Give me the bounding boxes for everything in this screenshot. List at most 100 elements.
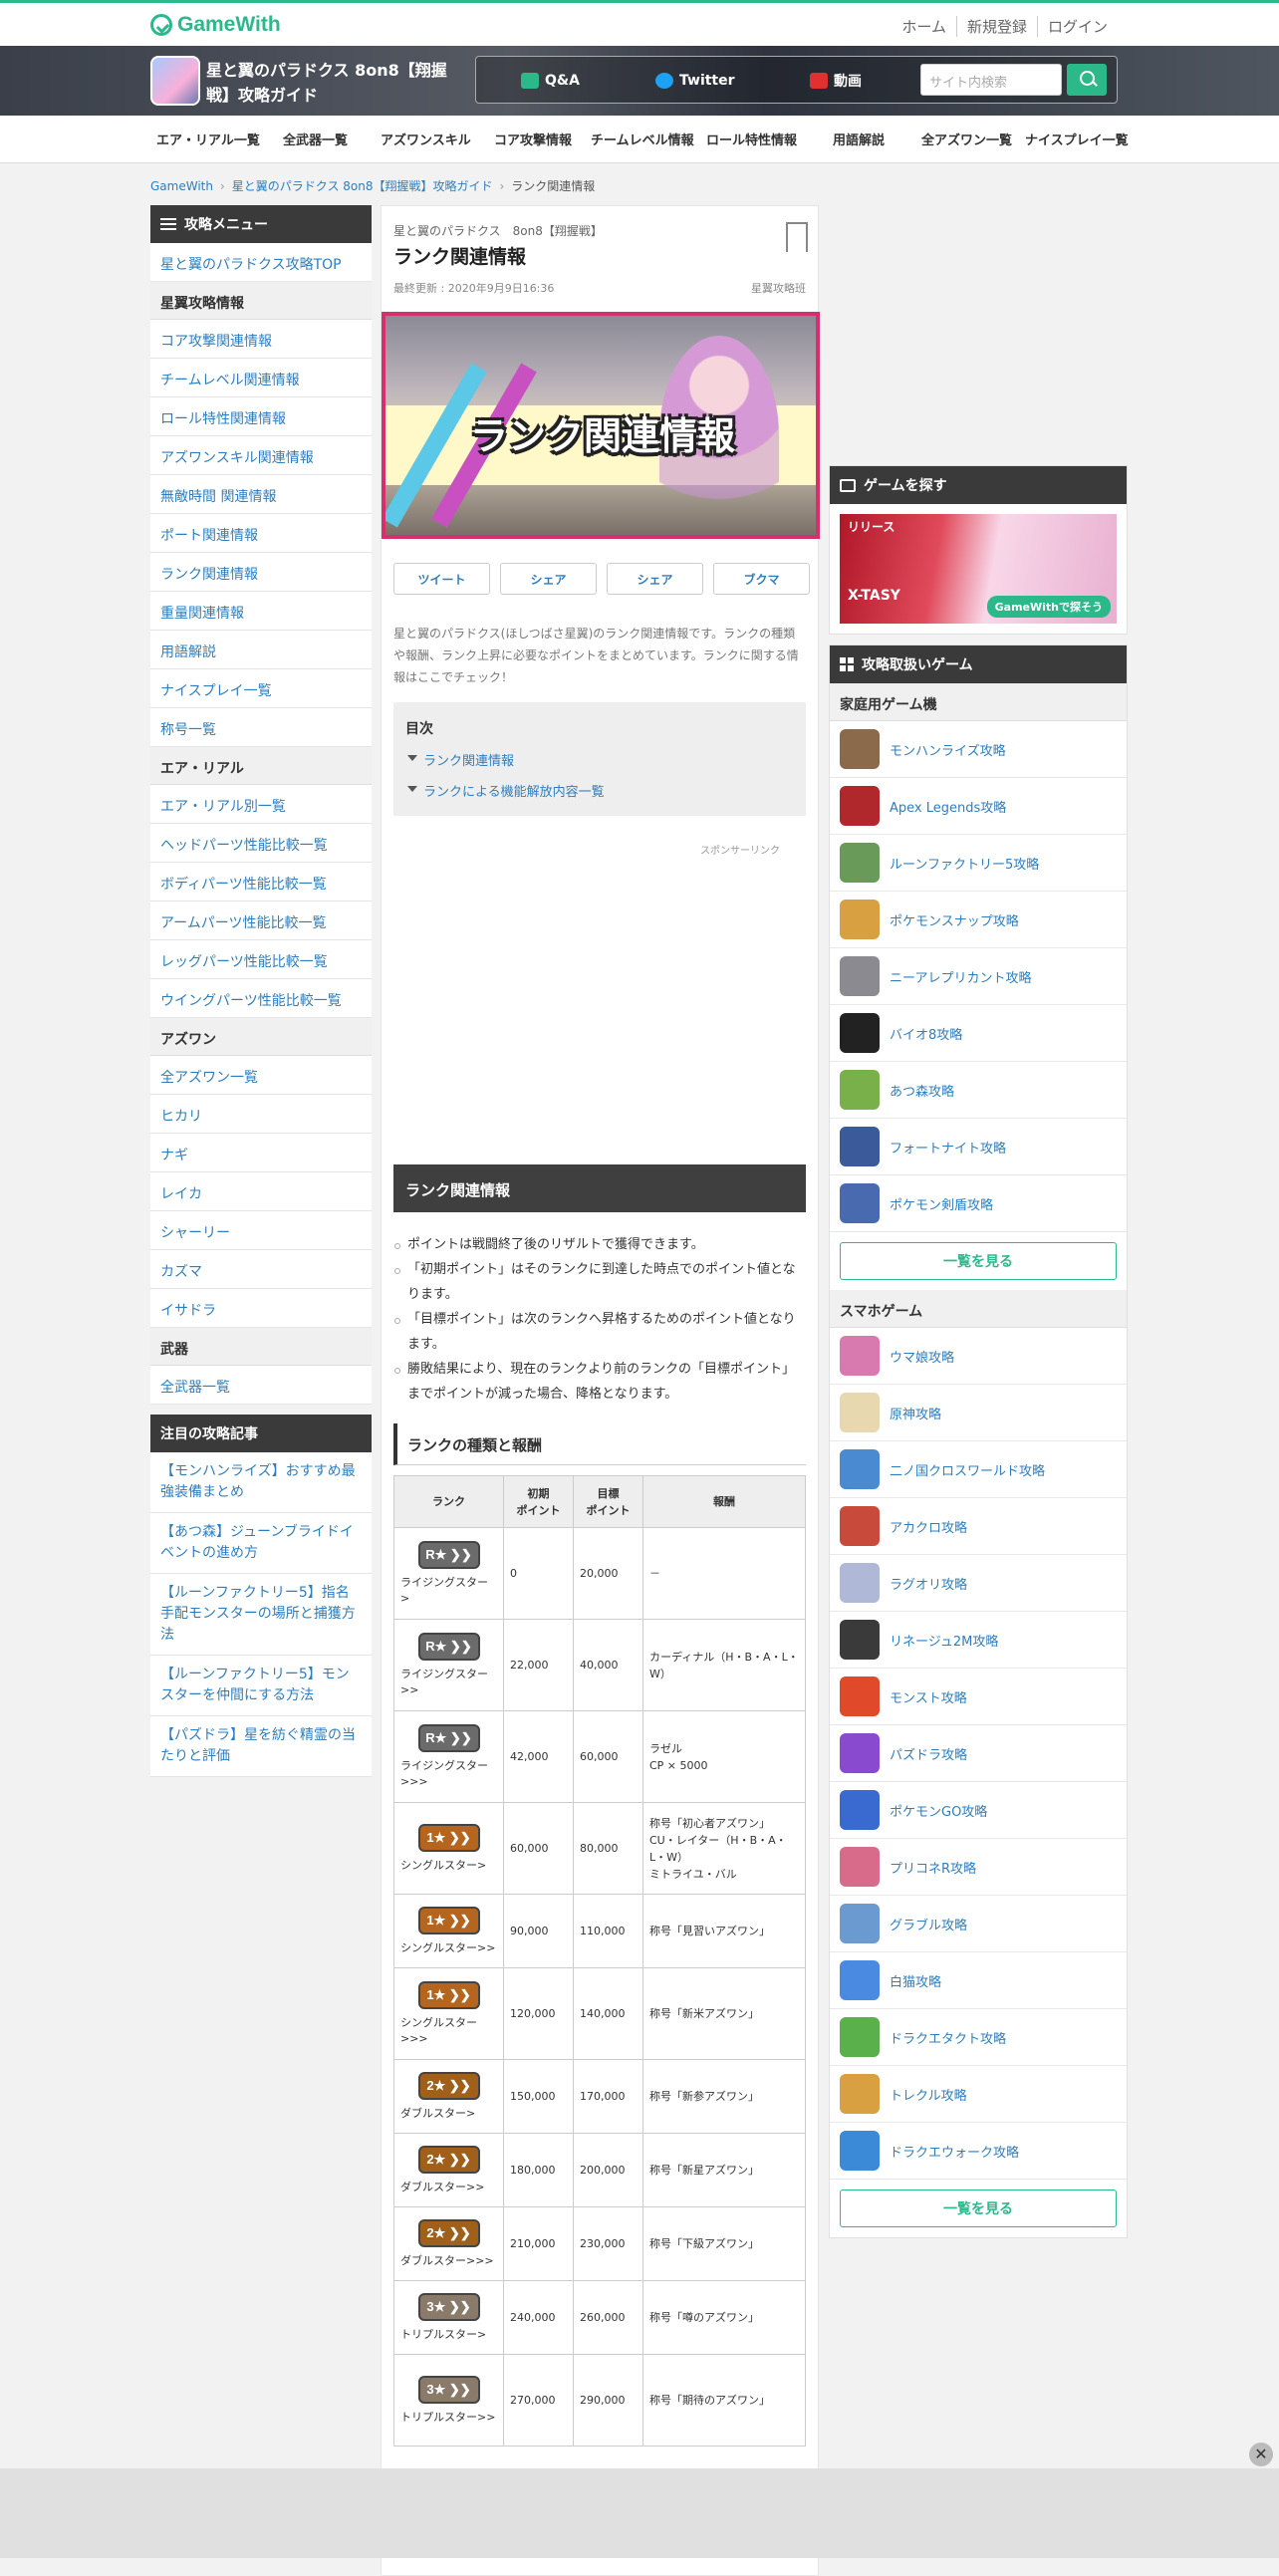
sidebar-item[interactable]: 全アズワン一覧 (150, 1056, 372, 1095)
home-link[interactable]: ホーム (892, 16, 956, 37)
phone-more-button[interactable]: 一覧を見る (840, 2190, 1117, 2227)
game-thumbnail (840, 2017, 880, 2057)
sidebar-item[interactable]: ヒカリ (150, 1095, 372, 1134)
gamewith-logo[interactable]: GameWith (150, 13, 281, 37)
game-link[interactable]: 原神攻略 (830, 1385, 1127, 1441)
game-link[interactable]: アカクロ攻略 (830, 1498, 1127, 1555)
game-link[interactable]: ウマ娘攻略 (830, 1328, 1127, 1385)
sidebar-item[interactable]: 全武器一覧 (150, 1366, 372, 1405)
nav-item[interactable]: エア・リアル一覧 (156, 129, 260, 148)
sidebar-item[interactable]: ボディパーツ性能比較一覧 (150, 863, 372, 902)
game-link[interactable]: ニーアレプリカント攻略 (830, 948, 1127, 1005)
nav-item[interactable]: アズワンスキル (381, 129, 471, 148)
nav-item[interactable]: 全アズワン一覧 (921, 129, 1012, 148)
qa-button[interactable]: Q&A (521, 69, 580, 93)
nav-item[interactable]: ロール特性情報 (706, 129, 797, 148)
nav-item[interactable]: ナイスプレイ一覧 (1025, 129, 1129, 148)
game-link[interactable]: ポケモン剣盾攻略 (830, 1175, 1127, 1232)
game-link[interactable]: 二ノ国クロスワールド攻略 (830, 1441, 1127, 1498)
featured-item[interactable]: 【ルーンファクトリー5】指名手配モンスターの場所と捕獲方法 (150, 1574, 372, 1656)
toc-item[interactable]: ランク関連情報 (405, 750, 794, 769)
sidebar-item[interactable]: ナイスプレイ一覧 (150, 669, 372, 708)
sidebar-item[interactable]: 重量関連情報 (150, 592, 372, 631)
sidebar-item[interactable]: カズマ (150, 1250, 372, 1289)
console-more-button[interactable]: 一覧を見る (840, 1242, 1117, 1280)
rank-name: ダブルスター> (400, 2106, 476, 2120)
initial-points: 60,000 (503, 1802, 574, 1895)
sidebar-item[interactable]: 無敵時間 関連情報 (150, 475, 372, 514)
line-share-button[interactable]: シェア (500, 563, 597, 595)
sidebar-item[interactable]: 用語解説 (150, 631, 372, 669)
sidebar-item[interactable]: アームパーツ性能比較一覧 (150, 902, 372, 940)
game-thumbnail (840, 1790, 880, 1830)
sidebar-item[interactable]: イサドラ (150, 1289, 372, 1328)
featured-item[interactable]: 【あつ森】ジューンブライドイベントの進め方 (150, 1513, 372, 1574)
tweet-button[interactable]: ツイート (393, 563, 490, 595)
goal-points: 200,000 (573, 2133, 643, 2207)
sidebar-item[interactable]: シャーリー (150, 1211, 372, 1250)
game-link[interactable]: バイオ8攻略 (830, 1005, 1127, 1062)
game-thumbnail (840, 956, 880, 996)
sidebar-item[interactable]: ヘッドパーツ性能比較一覧 (150, 824, 372, 863)
sidebar-item[interactable]: ポート関連情報 (150, 514, 372, 553)
sidebar-item[interactable]: アズワンスキル関連情報 (150, 436, 372, 475)
game-link[interactable]: モンハンライズ攻略 (830, 721, 1127, 778)
sidebar-item[interactable]: レイカ (150, 1172, 372, 1211)
register-link[interactable]: 新規登録 (955, 16, 1037, 37)
hatena-bookmark-button[interactable]: ブクマ (713, 563, 810, 595)
sidebar-item[interactable]: レッグパーツ性能比較一覧 (150, 940, 372, 979)
featured-item[interactable]: 【モンハンライズ】おすすめ最強装備まとめ (150, 1452, 372, 1513)
game-link[interactable]: ルーンファクトリー5攻略 (830, 835, 1127, 892)
game-link[interactable]: フォートナイト攻略 (830, 1119, 1127, 1175)
game-link[interactable]: パズドラ攻略 (830, 1725, 1127, 1782)
search-button[interactable] (1067, 64, 1107, 96)
sidebar-section-title: アズワン (150, 1018, 372, 1056)
game-link[interactable]: グラブル攻略 (830, 1896, 1127, 1952)
site-search-input[interactable]: サイト内検索 (920, 64, 1062, 96)
game-link[interactable]: ポケモンGO攻略 (830, 1782, 1127, 1839)
twitter-button[interactable]: Twitter (655, 69, 735, 93)
login-link[interactable]: ログイン (1036, 16, 1118, 37)
game-link[interactable]: ラグオリ攻略 (830, 1555, 1127, 1612)
sidebar-item[interactable]: ロール特性関連情報 (150, 397, 372, 436)
sidebar-item[interactable]: チームレベル関連情報 (150, 359, 372, 397)
sidebar-item[interactable]: コア攻撃関連情報 (150, 320, 372, 359)
game-link[interactable]: ポケモンスナップ攻略 (830, 892, 1127, 948)
nav-item[interactable]: コア攻撃情報 (494, 129, 572, 148)
sidebar-item[interactable]: 称号一覧 (150, 708, 372, 747)
initial-points: 240,000 (503, 2280, 574, 2355)
game-thumbnail (840, 900, 880, 939)
game-link[interactable]: リネージュ2M攻略 (830, 1612, 1127, 1669)
promo-banner[interactable]: リリース X-TASY GameWithで探そう (840, 514, 1117, 624)
game-link[interactable]: プリコネR攻略 (830, 1839, 1127, 1896)
game-title[interactable]: 星と翼のパラドクス 8on8【翔握戦】攻略ガイド (206, 58, 455, 108)
nav-item[interactable]: 全武器一覧 (283, 129, 348, 148)
game-link[interactable]: Apex Legends攻略 (830, 778, 1127, 835)
game-link[interactable]: トレクル攻略 (830, 2066, 1127, 2123)
sidebar-item[interactable]: エア・リアル別一覧 (150, 785, 372, 824)
sidebar-item[interactable]: ナギ (150, 1134, 372, 1172)
sidebar-item[interactable]: ウイングパーツ性能比較一覧 (150, 979, 372, 1018)
goal-points: 260,000 (573, 2280, 643, 2355)
featured-item[interactable]: 【ルーンファクトリー5】モンスターを仲間にする方法 (150, 1656, 372, 1716)
sidebar-item-top[interactable]: 星と翼のパラドクス攻略TOP (150, 243, 372, 282)
toc-item[interactable]: ランクによる機能解放内容一覧 (405, 781, 794, 800)
close-icon[interactable]: ✕ (1249, 2443, 1273, 2466)
bookmark-icon[interactable] (786, 222, 808, 252)
sidebar-item[interactable]: ランク関連情報 (150, 553, 372, 592)
nav-item[interactable]: 用語解説 (833, 129, 885, 148)
game-link[interactable]: ドラクエウォーク攻略 (830, 2123, 1127, 2180)
facebook-share-button[interactable]: シェア (607, 563, 703, 595)
video-button[interactable]: 動画 (810, 69, 862, 93)
game-link[interactable]: あつ森攻略 (830, 1062, 1127, 1119)
breadcrumb-home[interactable]: GameWith (150, 179, 213, 193)
featured-item[interactable]: 【パズドラ】星を紡ぐ精霊の当たりと評価 (150, 1716, 372, 1777)
game-link[interactable]: モンスト攻略 (830, 1669, 1127, 1725)
game-thumbnail (840, 729, 880, 769)
game-icon[interactable] (150, 56, 200, 106)
breadcrumb-guide[interactable]: 星と翼のパラドクス 8on8【翔握戦】攻略ガイド (232, 179, 493, 193)
game-link[interactable]: ドラクエタクト攻略 (830, 2009, 1127, 2066)
nav-item[interactable]: チームレベル情報 (591, 129, 694, 148)
game-link[interactable]: 白猫攻略 (830, 1952, 1127, 2009)
ad-footer (0, 2468, 1279, 2558)
